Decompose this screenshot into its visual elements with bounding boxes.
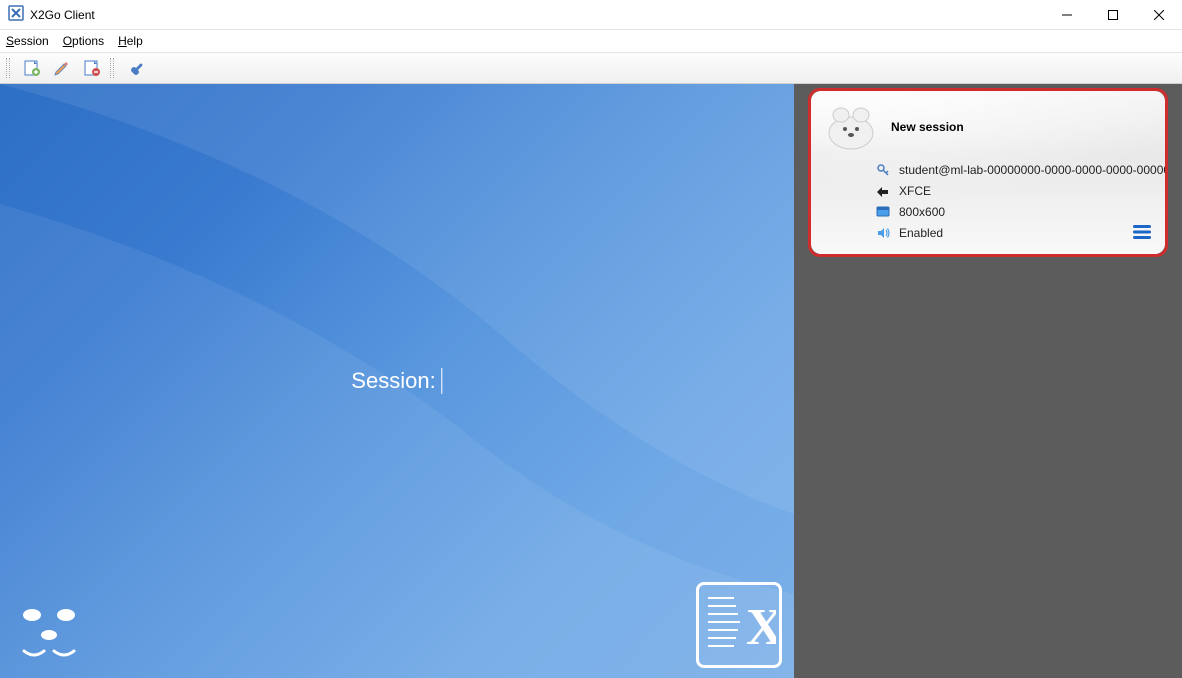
session-input-cursor[interactable] — [442, 368, 443, 394]
session-menu-button[interactable] — [1133, 225, 1151, 242]
key-icon — [875, 163, 891, 177]
menu-options[interactable]: Options — [63, 34, 104, 48]
edit-session-button[interactable] — [50, 56, 74, 80]
session-prompt: Session: — [351, 368, 442, 394]
session-card-highlight: New session student@ml-lab-00000000-0000… — [808, 88, 1168, 257]
session-connection-text: student@ml-lab-00000000-0000-0000-0000-0… — [899, 163, 1165, 177]
seal-face-icon — [14, 603, 84, 666]
session-desktop-text: XFCE — [899, 184, 931, 198]
menu-session[interactable]: Session — [6, 34, 49, 48]
sidebar: New session student@ml-lab-00000000-0000… — [794, 84, 1182, 678]
maximize-button[interactable] — [1090, 0, 1136, 30]
mouse-icon — [875, 184, 891, 198]
session-connection-row: student@ml-lab-00000000-0000-0000-0000-0… — [875, 163, 1151, 177]
minimize-button[interactable] — [1044, 0, 1090, 30]
toolbar-grip-2 — [110, 58, 114, 78]
session-card-title: New session — [891, 120, 964, 134]
x2go-logo: X — [696, 582, 782, 668]
sound-icon — [875, 226, 891, 240]
titlebar: X2Go Client — [0, 0, 1182, 30]
session-desktop-row: XFCE — [875, 184, 1151, 198]
session-sound-text: Enabled — [899, 226, 943, 240]
session-sound-row: Enabled — [875, 226, 1151, 240]
display-icon — [875, 205, 891, 219]
toolbar-grip — [6, 58, 10, 78]
session-resolution-row: 800x600 — [875, 205, 1151, 219]
session-card[interactable]: New session student@ml-lab-00000000-0000… — [811, 91, 1165, 254]
session-panel: Session: X — [0, 84, 794, 678]
close-button[interactable] — [1136, 0, 1182, 30]
settings-button[interactable] — [124, 56, 148, 80]
toolbar — [0, 52, 1182, 84]
app-icon — [8, 5, 24, 24]
session-label-text: Session: — [351, 368, 435, 394]
window-title: X2Go Client — [30, 8, 95, 22]
menubar: Session Options Help — [0, 30, 1182, 52]
session-resolution-text: 800x600 — [899, 205, 945, 219]
delete-session-button[interactable] — [80, 56, 104, 80]
session-avatar-icon — [825, 103, 877, 151]
menu-help[interactable]: Help — [118, 34, 143, 48]
svg-text:X: X — [746, 599, 776, 656]
new-session-button[interactable] — [20, 56, 44, 80]
main-area: Session: X — [0, 84, 1182, 678]
